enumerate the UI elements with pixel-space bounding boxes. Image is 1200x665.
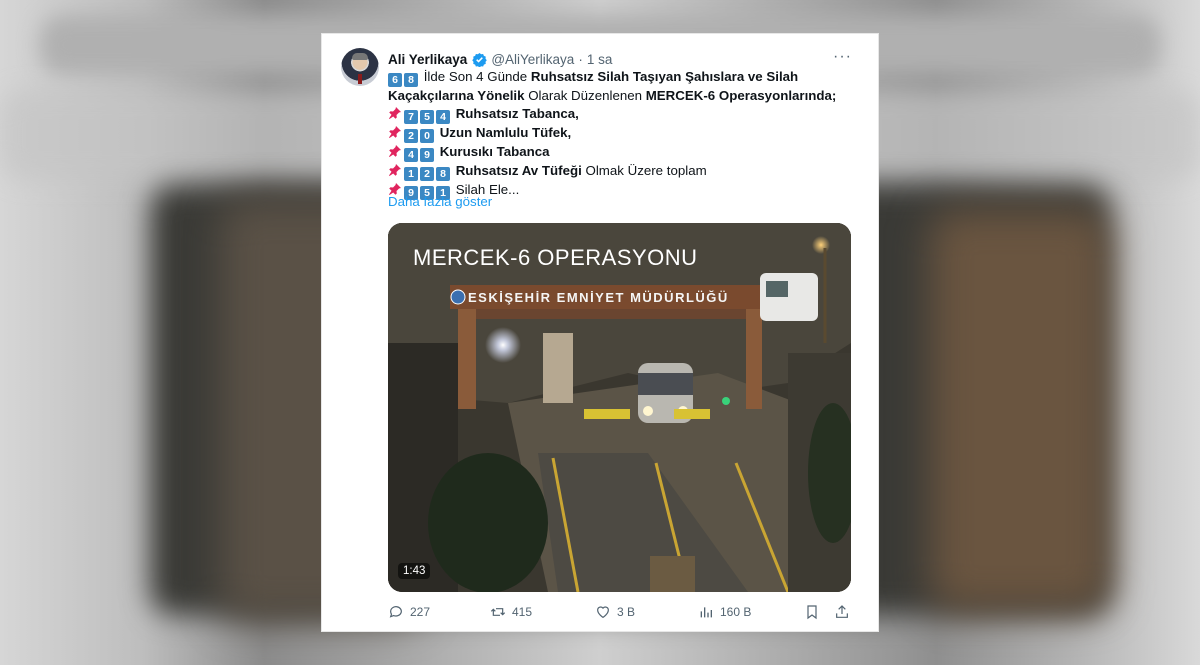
view-count: 160 B [720,605,752,619]
text-line-2: Kaçakçılarına Yönelik Olarak Düzenlenen … [388,87,868,105]
views-button[interactable]: 160 B [698,604,751,620]
repost-count: 415 [512,605,533,619]
timestamp[interactable]: 1 sa [587,52,613,67]
repost-button[interactable]: 415 [490,604,532,620]
repost-icon [490,608,506,616]
pushpin-icon [388,163,402,177]
heart-icon [597,606,609,619]
verified-badge-icon [472,52,488,67]
text-line-5: 49 Kurusıkı Tabanca [388,143,868,162]
text-segment-bold: Ruhsatsız Tabanca, [452,106,579,121]
analytics-icon [700,607,712,618]
more-options-icon[interactable]: ··· [833,48,852,66]
text-line-6: 128 Ruhsatsız Av Tüfeği Olmak Üzere topl… [388,162,868,181]
text-segment-bold: Uzun Namlulu Tüfek, [436,125,572,140]
bookmark-button[interactable] [804,604,820,620]
pushpin-icon [388,144,402,158]
text-segment: İlde Son 4 Günde [420,69,531,84]
keycap-digit: 4 [436,110,450,124]
text-line-1: 68 İlde Son 4 Günde Ruhsatsız Silah Taşı… [388,68,868,87]
tweet-card: Ali Yerlikaya @AliYerlikaya · 1 sa ··· 6… [321,33,879,632]
keycap-digit: 2 [420,167,434,181]
reply-count: 227 [410,605,431,619]
author-name[interactable]: Ali Yerlikaya [388,52,467,67]
share-icon [836,605,848,618]
action-bar: 227 415 3 B 160 B [388,604,852,622]
keycap-digit: 6 [388,73,402,87]
keycap-digit: 8 [404,73,418,87]
tweet-header: Ali Yerlikaya @AliYerlikaya · 1 sa [388,50,612,68]
text-line-4: 20 Uzun Namlulu Tüfek, [388,124,868,143]
author-handle[interactable]: @AliYerlikaya [491,52,574,67]
bookmark-icon [807,605,817,620]
reply-button[interactable]: 227 [388,604,430,620]
video-overlay-title: MERCEK-6 OPERASYONU [413,245,698,270]
keycap-digit: 2 [404,129,418,143]
text-segment: Olmak Üzere toplam [581,163,707,178]
video-frame-image: ESKİŞEHİR EMNİYET MÜDÜRLÜĞÜ [388,223,851,592]
text-segment-bold: Ruhsatsız Av Tüfeği [452,163,582,178]
keycap-digit: 1 [404,167,418,181]
reply-icon [389,606,402,618]
text-line-3: 754 Ruhsatsız Tabanca, [388,105,868,124]
keycap-digit: 9 [420,148,434,162]
avatar[interactable] [341,48,379,86]
show-more-link[interactable]: Daha fazla göster [388,194,492,209]
text-segment: Olarak Düzenlenen [524,88,646,103]
text-segment-bold: Ruhsatsız Silah Taşıyan Şahıslara ve Sil… [530,69,799,84]
keycap-digit: 7 [404,110,418,124]
separator-dot: · [578,51,583,67]
text-segment-bold: Kurusıkı Tabanca [436,144,550,159]
building-sign-text: ESKİŞEHİR EMNİYET MÜDÜRLÜĞÜ [468,290,729,305]
keycap-digit: 4 [404,148,418,162]
keycap-digit: 5 [420,110,434,124]
pushpin-icon [388,106,402,120]
video-duration: 1:43 [398,563,431,579]
pushpin-icon [388,125,402,139]
share-button[interactable] [834,604,850,620]
like-count: 3 B [617,605,636,619]
text-segment-bold: Kaçakçılarına Yönelik [388,88,525,103]
keycap-digit: 0 [420,129,434,143]
like-button[interactable]: 3 B [595,604,635,620]
keycap-digit: 8 [436,167,450,181]
video-player[interactable]: ESKİŞEHİR EMNİYET MÜDÜRLÜĞÜ MERCEK-6 OPE… [388,223,851,592]
tweet-text: 68 İlde Son 4 Günde Ruhsatsız Silah Taşı… [388,68,868,200]
text-segment-bold: MERCEK-6 Operasyonlarında; [645,88,837,103]
